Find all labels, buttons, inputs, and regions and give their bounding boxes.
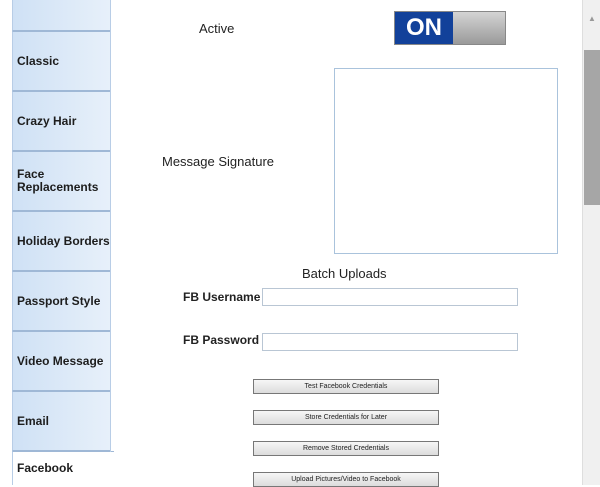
sidebar-item-label: Holiday Borders (17, 233, 110, 248)
fb-username-input[interactable] (262, 288, 518, 306)
fb-password-input[interactable] (262, 333, 518, 351)
sidebar: Classic Crazy Hair Face Replacements Hol… (0, 0, 114, 485)
sidebar-item-facebook[interactable]: Facebook (12, 451, 114, 485)
toggle-on-label: ON (395, 12, 453, 44)
toggle-knob (453, 12, 505, 44)
sidebar-item-label: Crazy Hair (17, 113, 77, 128)
scrollbar-thumb[interactable] (584, 50, 600, 205)
sidebar-item-classic[interactable]: Classic (12, 31, 110, 91)
batch-uploads-heading: Batch Uploads (302, 266, 387, 281)
active-label: Active (199, 21, 235, 36)
sidebar-item-label: Classic (17, 53, 60, 68)
sidebar-item-top[interactable] (12, 0, 110, 31)
fb-username-label: FB Username (183, 290, 261, 304)
sidebar-item-passport-style[interactable]: Passport Style (12, 271, 110, 331)
sidebar-item-video-message[interactable]: Video Message (12, 331, 110, 391)
test-credentials-button[interactable]: Test Facebook Credentials (253, 379, 439, 394)
sidebar-item-label: Facebook (17, 461, 74, 475)
message-signature-label: Message Signature (162, 154, 275, 169)
remove-credentials-button[interactable]: Remove Stored Credentials (253, 441, 439, 456)
store-credentials-button[interactable]: Store Credentials for Later (253, 410, 439, 425)
sidebar-item-crazy-hair[interactable]: Crazy Hair (12, 91, 110, 151)
scroll-up-icon[interactable]: ▲ (588, 14, 596, 23)
active-toggle[interactable]: ON (394, 11, 506, 45)
sidebar-item-face-replacements[interactable]: Face Replacements (12, 151, 110, 211)
sidebar-item-holiday-borders[interactable]: Holiday Borders (12, 211, 110, 271)
message-signature-textarea[interactable] (334, 68, 558, 254)
sidebar-item-label: Video Message (17, 353, 104, 368)
sidebar-item-email[interactable]: Email (12, 391, 110, 451)
sidebar-item-label: Passport Style (17, 293, 101, 308)
sidebar-item-label: Face Replacements (17, 167, 99, 194)
sidebar-divider (110, 0, 111, 452)
sidebar-item-label: Email (17, 413, 50, 428)
fb-password-label: FB Password (183, 333, 260, 347)
